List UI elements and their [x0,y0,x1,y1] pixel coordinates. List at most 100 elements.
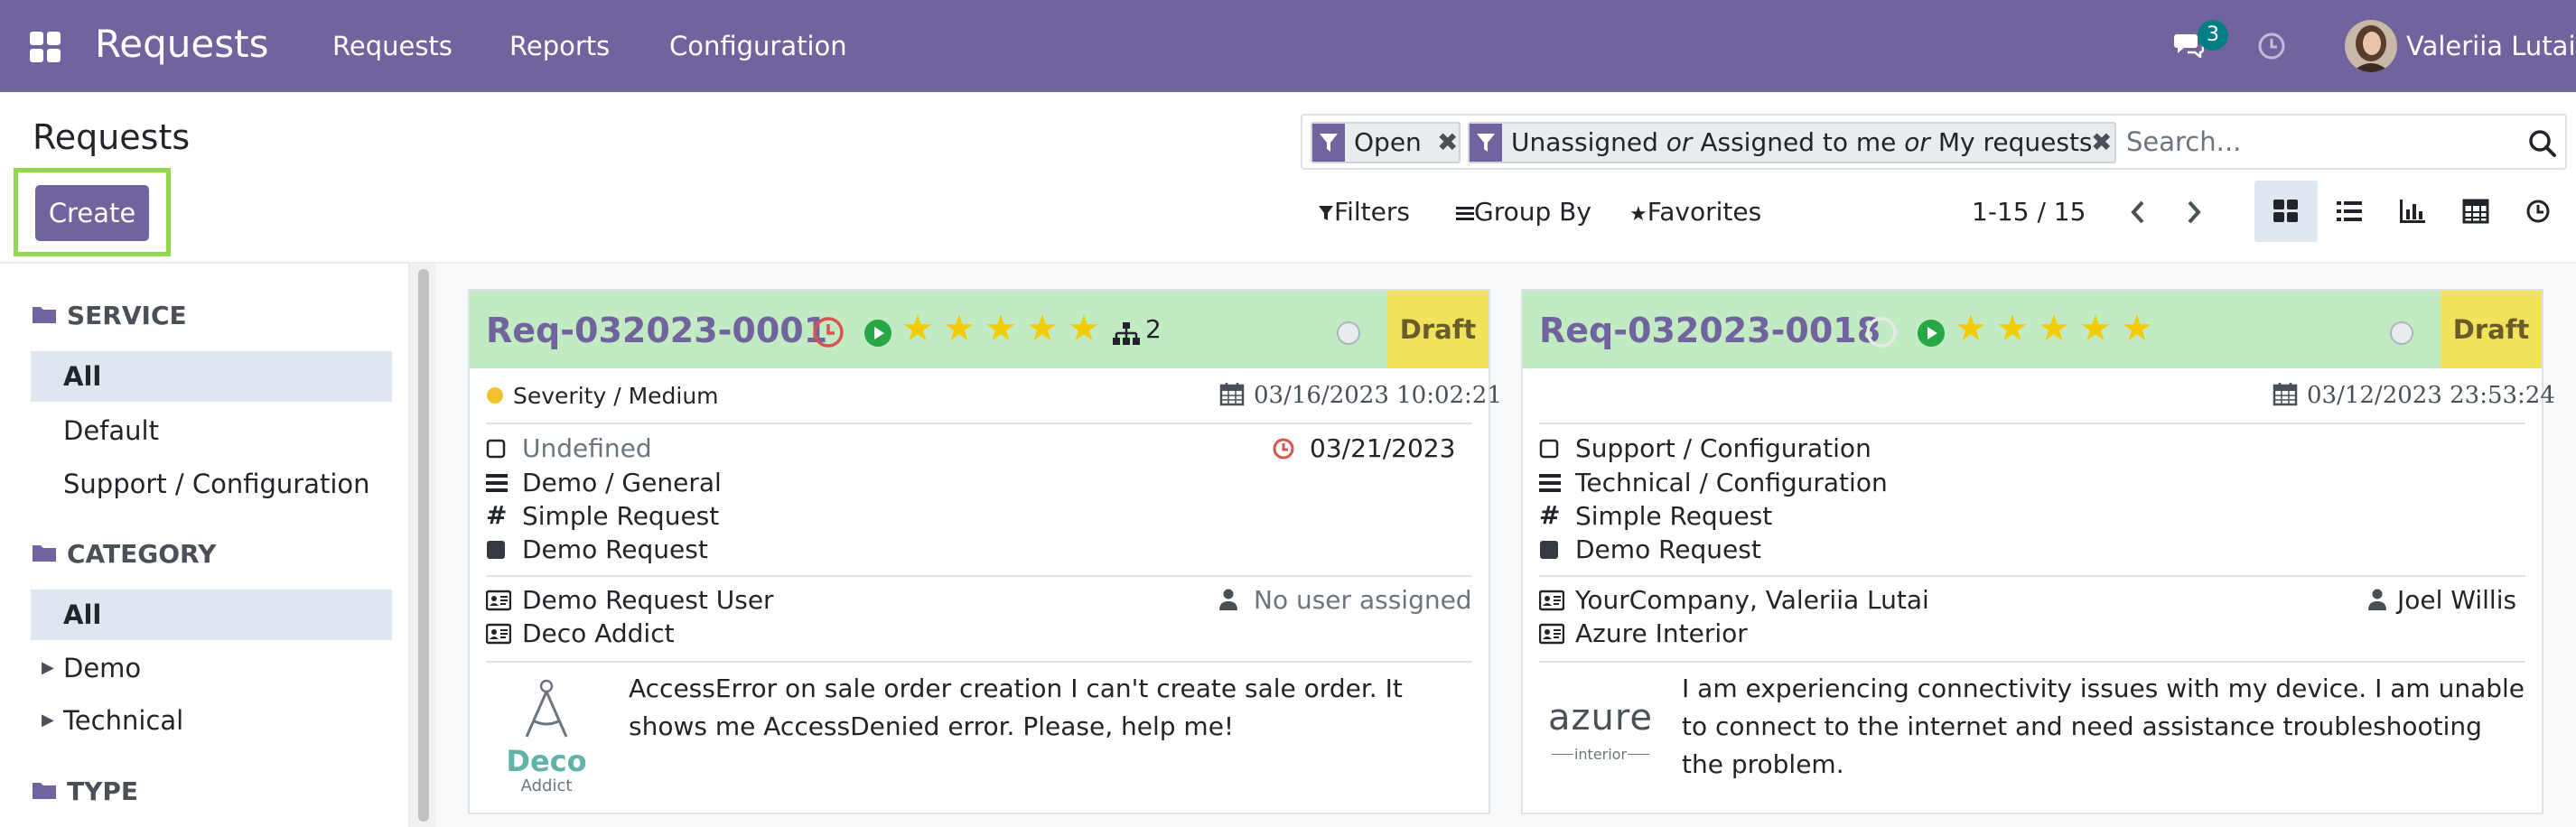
author-value: Demo Request User [522,585,774,615]
rating-star-icon[interactable]: ★ [943,309,975,348]
rating-star-icon[interactable]: ★ [1068,309,1100,348]
rating-star-icon[interactable]: ★ [1996,309,2029,348]
created-date: 03/12/2023 23:53:24 [2307,382,2555,409]
facet-assignment[interactable]: Unassigned or Assigned to me or My reque… [1468,122,2116,163]
rating-star-icon[interactable]: ★ [901,309,934,348]
stage-badge[interactable]: Draft [2441,291,2542,368]
pager-next-icon[interactable] [2177,195,2209,229]
caret-right-icon[interactable]: ▶ [42,643,54,693]
kanban-state-circle[interactable] [1337,321,1360,345]
rating-star-icon[interactable]: ★ [985,309,1017,348]
menu-configuration[interactable]: Configuration [669,31,847,61]
user-avatar[interactable] [2345,20,2397,72]
deadline-clock-icon[interactable] [811,315,845,349]
search-icon[interactable] [2527,128,2558,159]
view-list-button[interactable] [2318,181,2381,242]
rating-star-icon[interactable]: ★ [1955,309,1987,348]
request-reference[interactable]: Req-032023-0018 [1539,311,1881,350]
card-separator [486,423,1472,424]
kind-value: Demo Request [522,534,708,564]
card-separator [1539,575,2525,577]
service-value: Undefined [522,433,652,463]
rating-star-icon[interactable]: ★ [2121,309,2153,348]
filters-toggle[interactable]: Filters [1318,197,1410,227]
subrequest-count[interactable]: 2 [1145,314,1162,344]
view-graph-button[interactable] [2381,181,2444,242]
type-header: TYPE [33,776,138,806]
user-name[interactable]: Valeriia Lutai [2406,31,2576,61]
view-kanban-button[interactable] [2254,181,2318,242]
remove-facet-icon[interactable]: ✖ [1437,124,1458,162]
calendar-icon [1219,383,1245,406]
play-icon[interactable] [1917,319,1946,348]
service-header: SERVICE [33,300,187,330]
partner-logo: azure interior [1547,697,1654,763]
assignee-value: No user assigned [1254,585,1472,615]
menu-requests[interactable]: Requests [332,31,453,61]
severity-dot-icon [487,387,503,404]
service-item-default[interactable]: Default [31,405,392,456]
request-reference[interactable]: Req-032023-0001 [486,311,827,350]
card-separator [1539,423,2525,424]
favorites-toggle[interactable]: ★Favorites [1629,197,1761,227]
request-card[interactable]: Req-032023-0001 ★ ★ ★ ★ ★ 2 Draft Severi… [468,289,1502,814]
chat-count-badge: 3 [2198,20,2228,51]
kanban-state-circle[interactable] [2390,321,2413,345]
service-square-icon [486,439,506,459]
category-item-technical[interactable]: ▶ Technical [31,695,392,746]
side-panel-scrollbar[interactable] [408,264,435,827]
service-item-support-configuration[interactable]: Support / Configuration [31,459,392,509]
folder-icon [33,538,56,562]
type-value: Simple Request [522,501,720,531]
category-item-demo[interactable]: ▶ Demo [31,643,392,693]
request-card[interactable]: Req-032023-0018 ★ ★ ★ ★ ★ Draft 03/12/20… [1521,289,2555,814]
deadline-clock-icon[interactable] [1864,315,1899,349]
activity-clock-icon[interactable] [2257,32,2286,60]
request-description: I am experiencing connectivity issues wi… [1682,674,2525,779]
rating-star-icon[interactable]: ★ [2079,309,2112,348]
app-title[interactable]: Requests [95,22,269,66]
pivot-table-icon [2462,199,2489,224]
menu-reports[interactable]: Reports [509,31,610,61]
caret-right-icon[interactable]: ▶ [42,695,54,746]
facet-open[interactable]: Open ✖ [1311,122,1461,163]
address-card-icon [1539,590,1564,611]
top-navbar: Requests Requests Reports Configuration … [0,0,2576,92]
user-icon [2368,589,2386,610]
category-value: Demo / General [522,468,722,497]
view-activity-button[interactable] [2507,181,2571,242]
pager-previous-icon[interactable] [2123,195,2155,229]
apps-menu-icon[interactable] [30,32,62,64]
play-icon[interactable] [863,319,892,348]
star-icon: ★ [1629,203,1647,226]
request-description: AccessError on sale order creation I can… [629,674,1403,741]
stage-badge[interactable]: Draft [1387,291,1489,368]
calendar-icon [2273,383,2298,406]
card-separator [486,575,1472,577]
rating-star-icon[interactable]: ★ [1026,309,1059,348]
type-value: Simple Request [1575,501,1773,531]
kanban-view-icon [2273,200,2298,222]
scrollbar-thumb[interactable] [418,269,429,822]
filter-icon [1312,124,1345,162]
bars-icon [1456,207,1474,220]
search-input[interactable] [2126,123,2515,161]
kind-value: Demo Request [1575,534,1761,564]
groupby-toggle[interactable]: Group By [1456,197,1591,227]
search-bar[interactable]: Open ✖ Unassigned or Assigned to me or M… [1301,114,2567,170]
remove-facet-icon[interactable]: ✖ [2091,124,2112,162]
pager-value[interactable]: 1-15 / 15 [1972,197,2086,227]
category-item-all[interactable]: All [31,590,392,640]
address-card-icon [1539,623,1564,645]
author-value: YourCompany, Valeriia Lutai [1575,585,1929,615]
kind-square-icon [1540,541,1558,559]
create-button[interactable]: Create [35,185,149,241]
service-item-all[interactable]: All [31,351,392,402]
rating-star-icon[interactable]: ★ [2038,309,2070,348]
folder-icon [33,776,56,799]
page-title: Requests [33,117,191,157]
hashtag-icon: # [486,500,508,530]
view-pivot-button[interactable] [2444,181,2507,242]
category-header: CATEGORY [33,538,216,569]
deadline-date: 03/21/2023 [1310,433,1456,463]
